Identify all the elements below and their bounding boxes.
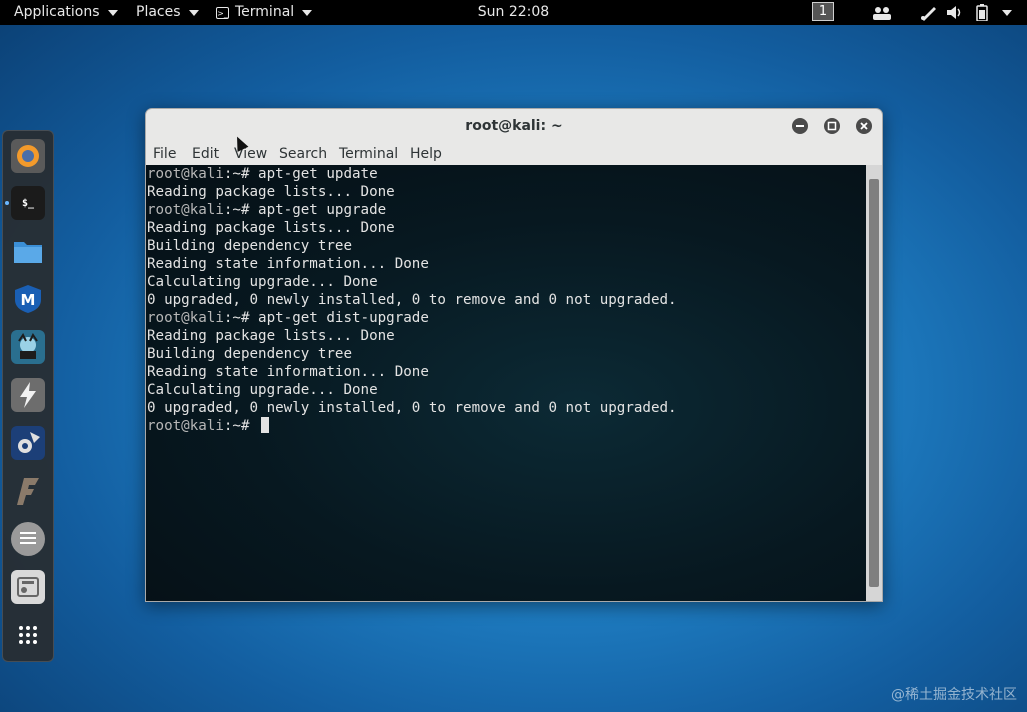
window-title: root@kali: ~ xyxy=(465,118,563,134)
terminal-small-icon: >_ xyxy=(216,6,229,19)
leafpad-icon[interactable] xyxy=(11,522,45,556)
terminal-line: 0 upgraded, 0 newly installed, 0 to remo… xyxy=(146,291,866,309)
output-text: 0 upgraded, 0 newly installed, 0 to remo… xyxy=(147,292,677,308)
output-text: Calculating upgrade... Done xyxy=(147,382,378,398)
menu-file[interactable]: File xyxy=(153,144,176,164)
output-text: Building dependency tree xyxy=(147,346,352,362)
terminal-line: Reading state information... Done xyxy=(146,255,866,273)
minimize-button[interactable] xyxy=(792,118,808,134)
armitage-icon[interactable] xyxy=(11,330,45,364)
terminal-line: root@kali:~# apt-get upgrade xyxy=(146,201,866,219)
output-text: Reading state information... Done xyxy=(147,364,429,380)
workspace-indicator[interactable]: 1 xyxy=(812,2,834,21)
prompt-path: :~# xyxy=(223,418,259,434)
chevron-down-icon[interactable] xyxy=(1002,10,1012,16)
terminal-app-label: Terminal xyxy=(235,4,295,20)
terminal-line: Calculating upgrade... Done xyxy=(146,381,866,399)
clock[interactable]: Sun 22:08 xyxy=(478,4,549,20)
terminal-line: Building dependency tree xyxy=(146,345,866,363)
faraday-icon[interactable] xyxy=(11,474,45,508)
terminal-output[interactable]: root@kali:~# apt-get update Reading packa… xyxy=(146,165,866,601)
menu-bar: File Edit View Search Terminal Help xyxy=(146,142,882,165)
chevron-down-icon xyxy=(302,9,313,16)
files-icon[interactable] xyxy=(11,234,45,268)
terminal-line: Building dependency tree xyxy=(146,237,866,255)
terminal-line: 0 upgraded, 0 newly installed, 0 to remo… xyxy=(146,399,866,417)
network-pen-icon[interactable] xyxy=(920,4,938,21)
shell-prompt: root@kali xyxy=(147,202,224,218)
maximize-button[interactable] xyxy=(824,118,840,134)
places-label: Places xyxy=(136,4,181,20)
output-text: Reading package lists... Done xyxy=(147,220,395,236)
applications-label: Applications xyxy=(14,4,100,20)
chevron-down-icon xyxy=(107,9,118,16)
shell-prompt: root@kali xyxy=(147,310,224,326)
menu-edit[interactable]: Edit xyxy=(192,144,219,164)
terminal-line: root@kali:~# apt-get update xyxy=(146,165,866,183)
battery-icon[interactable] xyxy=(976,4,988,21)
show-apps-icon[interactable] xyxy=(11,618,45,652)
settings-icon[interactable] xyxy=(11,570,45,604)
terminal-icon[interactable]: $_ xyxy=(11,186,45,220)
prompt-path: :~# xyxy=(223,310,259,326)
shell-prompt: root@kali xyxy=(147,418,224,434)
prompt-path: :~# xyxy=(223,202,259,218)
terminal-line: root@kali:~# apt-get dist-upgrade xyxy=(146,309,866,327)
burpsuite-icon[interactable] xyxy=(11,378,45,412)
terminal-line: Reading package lists... Done xyxy=(146,183,866,201)
dock: $_ M xyxy=(2,130,54,662)
chevron-down-icon xyxy=(188,9,199,16)
menu-search[interactable]: Search xyxy=(279,144,327,164)
terminal-line: Reading package lists... Done xyxy=(146,327,866,345)
maximize-icon xyxy=(827,121,837,131)
output-text: Calculating upgrade... Done xyxy=(147,274,378,290)
prompt-path: :~# xyxy=(223,166,259,182)
running-indicator xyxy=(5,201,9,205)
terminal-line: Calculating upgrade... Done xyxy=(146,273,866,291)
terminal-line: Reading package lists... Done xyxy=(146,219,866,237)
volume-icon[interactable] xyxy=(946,4,964,21)
minimize-icon xyxy=(796,125,804,127)
watermark: @稀土掘金技术社区 xyxy=(891,687,1017,703)
output-text: Reading package lists... Done xyxy=(147,328,395,344)
close-icon xyxy=(860,122,868,130)
output-text: Building dependency tree xyxy=(147,238,352,254)
places-menu[interactable]: Places xyxy=(136,0,199,25)
output-text: Reading state information... Done xyxy=(147,256,429,272)
scrollbar[interactable] xyxy=(866,165,882,601)
terminal-app-menu[interactable]: >_ Terminal xyxy=(216,0,313,25)
maltego-icon[interactable] xyxy=(11,426,45,460)
menu-help[interactable]: Help xyxy=(410,144,442,164)
output-text: 0 upgraded, 0 newly installed, 0 to remo… xyxy=(147,400,677,416)
text-cursor xyxy=(261,417,270,433)
metasploit-icon[interactable]: M xyxy=(11,282,45,316)
svg-text:M: M xyxy=(21,291,36,309)
command-text: apt-get update xyxy=(258,166,378,182)
close-button[interactable] xyxy=(856,118,872,134)
output-text: Reading package lists... Done xyxy=(147,184,395,200)
title-bar[interactable]: root@kali: ~ xyxy=(146,109,882,141)
command-text: apt-get dist-upgrade xyxy=(258,310,429,326)
people-icon[interactable] xyxy=(872,4,892,21)
firefox-icon[interactable] xyxy=(11,139,45,173)
command-text: apt-get upgrade xyxy=(258,202,387,218)
terminal-line: Reading state information... Done xyxy=(146,363,866,381)
top-bar: Applications Places >_ Terminal Sun 22:0… xyxy=(0,0,1027,25)
shell-prompt: root@kali xyxy=(147,166,224,182)
applications-menu[interactable]: Applications xyxy=(14,0,118,25)
terminal-line: root@kali:~# xyxy=(146,417,866,435)
terminal-window: root@kali: ~ File Edit View Search Termi… xyxy=(145,108,883,602)
scrollbar-thumb[interactable] xyxy=(869,179,879,587)
menu-terminal[interactable]: Terminal xyxy=(339,144,398,164)
